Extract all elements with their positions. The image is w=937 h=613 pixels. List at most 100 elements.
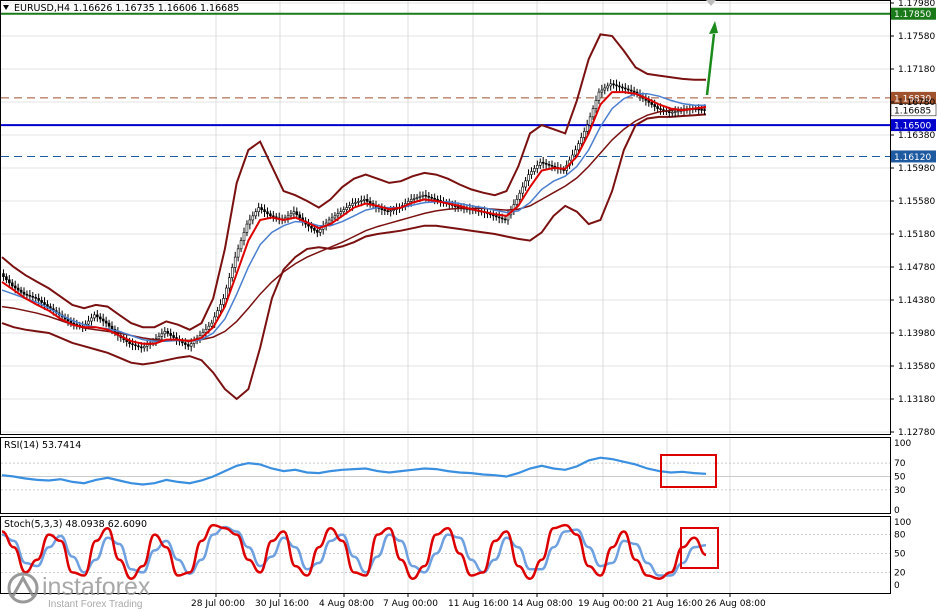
candle-body xyxy=(536,165,539,169)
level-tag-label: 1.16120 xyxy=(894,153,931,163)
candle-body xyxy=(597,91,601,101)
candle-body xyxy=(577,143,580,151)
candle-body xyxy=(626,88,630,91)
candle-body xyxy=(222,298,225,305)
candle-body xyxy=(580,137,583,144)
candle-body xyxy=(46,304,49,307)
candle-body xyxy=(430,196,434,199)
candle-body xyxy=(163,331,167,335)
price-tick-label: 1.13180 xyxy=(898,395,935,405)
candle-body xyxy=(233,256,237,268)
candle-body xyxy=(612,83,615,86)
price-tick-label: 1.14380 xyxy=(898,296,935,306)
time-tick-label: 14 Aug 08:00 xyxy=(512,599,573,609)
candle-body xyxy=(207,325,211,330)
candle-body xyxy=(412,198,416,200)
candle-body xyxy=(140,346,143,349)
candle-body xyxy=(269,213,272,217)
price-panel xyxy=(0,0,891,435)
candle-body xyxy=(186,344,190,347)
candle-body xyxy=(43,302,46,305)
price-tick-label: 1.15580 xyxy=(898,197,935,207)
candle-body xyxy=(550,165,554,167)
candle-body xyxy=(313,227,316,231)
stoch-tick-label: 0 xyxy=(894,581,900,591)
stoch-tick-label: 100 xyxy=(894,518,911,528)
candle-body xyxy=(248,219,252,225)
candle-body xyxy=(632,90,636,93)
candle-body xyxy=(333,215,337,219)
candle-body xyxy=(354,202,357,204)
candle-body xyxy=(418,195,422,198)
candle-body xyxy=(659,108,662,110)
candle-body xyxy=(40,300,43,303)
time-tick-label: 4 Aug 08:00 xyxy=(319,599,374,609)
candle-body xyxy=(22,291,26,295)
candle-body xyxy=(98,316,102,320)
candle-body xyxy=(166,331,170,334)
time-tick-label: 19 Aug 00:00 xyxy=(578,599,639,609)
candle-body xyxy=(351,203,354,206)
candle-body xyxy=(703,109,706,111)
candle-body xyxy=(673,111,677,113)
candle-body xyxy=(8,279,11,284)
candle-body xyxy=(87,320,90,325)
candle-body xyxy=(16,287,20,291)
candle-body xyxy=(251,215,255,221)
stoch-tick-label: 50 xyxy=(894,550,906,560)
candle-body xyxy=(588,116,592,126)
candle-body xyxy=(362,199,366,201)
candle-body xyxy=(131,343,134,346)
candle-body xyxy=(621,86,624,89)
candle-body xyxy=(90,317,93,322)
candle-body xyxy=(415,196,419,199)
candle-body xyxy=(96,314,99,318)
candle-body xyxy=(107,322,111,327)
price-tick-label: 1.13980 xyxy=(898,329,935,339)
candle-body xyxy=(230,267,234,279)
candle-body xyxy=(515,199,519,205)
trading-chart[interactable]: 1.178501.168301.166851.165001.16120 1007… xyxy=(0,0,937,613)
candle-body xyxy=(594,100,598,109)
candle-body xyxy=(670,111,674,114)
candle-body xyxy=(530,171,533,175)
price-tick-label: 1.17580 xyxy=(898,32,935,42)
candle-body xyxy=(582,130,586,138)
candle-body xyxy=(157,335,161,340)
candle-body xyxy=(189,343,193,347)
candle-body xyxy=(538,161,542,166)
candle-body xyxy=(318,228,322,233)
price-tick-label: 1.16380 xyxy=(898,131,935,141)
candle-body xyxy=(541,161,545,164)
candle-body xyxy=(603,87,607,91)
candle-body xyxy=(289,213,293,217)
svg-text:instaforex: instaforex xyxy=(42,573,151,601)
candle-body xyxy=(494,215,498,218)
price-tick-label: 1.16780 xyxy=(898,98,935,108)
candle-body xyxy=(409,199,413,202)
rsi-tick-label: 50 xyxy=(894,473,906,483)
candle-body xyxy=(544,162,548,165)
candle-body xyxy=(618,85,621,88)
candle-body xyxy=(339,211,343,215)
candle-body xyxy=(266,211,269,215)
candle-body xyxy=(5,276,8,281)
candle-body xyxy=(292,211,296,215)
time-tick-label: 26 Aug 08:00 xyxy=(705,599,766,609)
candle-body xyxy=(286,215,290,219)
candle-body xyxy=(497,216,501,219)
candle-body xyxy=(424,194,428,197)
candle-body xyxy=(433,198,436,200)
candle-body xyxy=(653,104,656,107)
candle-body xyxy=(365,199,369,202)
price-tick-label: 1.17180 xyxy=(898,65,935,75)
candle-body xyxy=(210,322,214,327)
candle-body xyxy=(137,345,140,348)
candle-body xyxy=(216,310,219,318)
price-tick-label: 1.15180 xyxy=(898,230,935,240)
candle-body xyxy=(533,168,536,172)
candle-body xyxy=(93,314,96,319)
candle-body xyxy=(524,180,527,188)
candle-body xyxy=(128,341,131,345)
candle-body xyxy=(342,209,346,213)
